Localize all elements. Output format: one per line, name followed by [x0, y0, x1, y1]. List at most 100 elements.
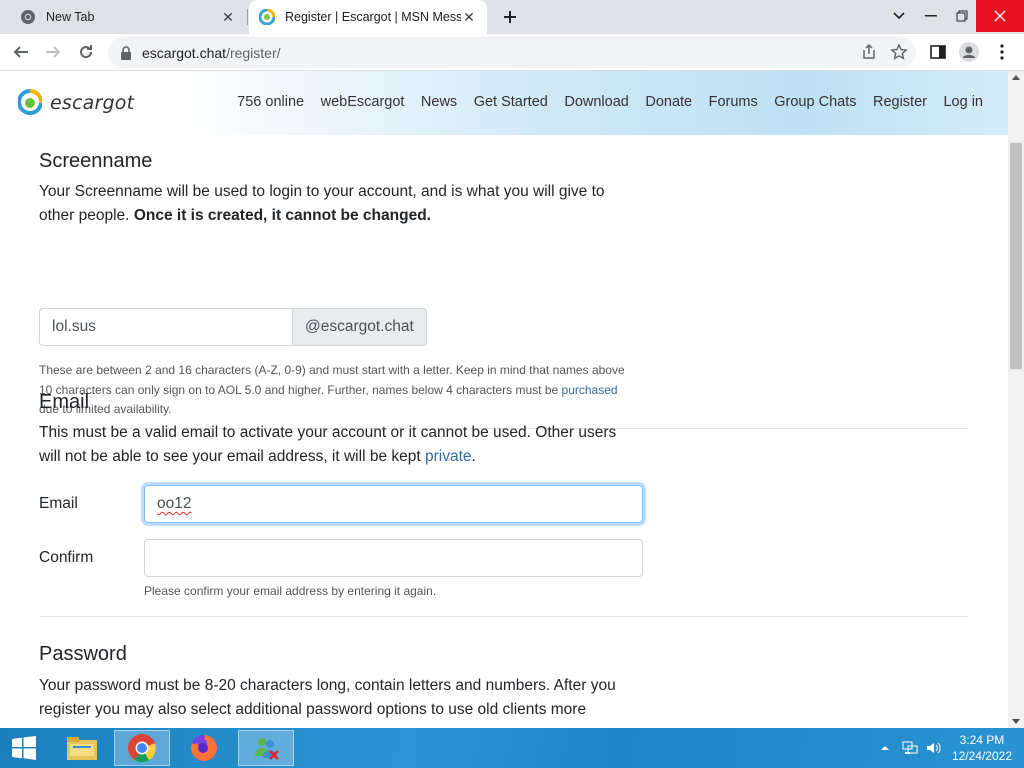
screenname-help: These are between 2 and 16 characters (A…	[39, 361, 639, 420]
scroll-up-icon[interactable]	[1012, 75, 1020, 80]
email-input[interactable]: oo12	[144, 485, 643, 523]
chrome-icon	[21, 10, 35, 24]
clock-date: 12/24/2022	[951, 749, 1012, 763]
nav-register[interactable]: Register	[873, 94, 927, 110]
site-nav: 756 online webEscargot News Get Started …	[221, 94, 983, 110]
browser-toolbar: escargot.chat/register/	[0, 34, 1024, 71]
network-icon[interactable]	[902, 741, 918, 755]
minimize-icon	[925, 15, 937, 17]
scrollbar-thumb[interactable]	[1010, 143, 1022, 369]
email-desc-text: This must be a valid email to activate y…	[39, 424, 617, 465]
email-heading: Email	[39, 391, 90, 413]
menu-button[interactable]	[990, 40, 1014, 64]
volume-icon[interactable]	[926, 741, 942, 755]
folder-icon	[67, 737, 97, 760]
confirm-email-input[interactable]	[144, 539, 643, 577]
screenname-input[interactable]: lol.sus	[39, 308, 293, 346]
nav-online-count: 756 online	[237, 94, 305, 110]
site-logo[interactable]: escargot	[18, 89, 134, 117]
close-icon	[994, 10, 1006, 22]
tab-strip: New Tab ✕ Register | Escargot | MSN Mess…	[0, 0, 1024, 34]
restore-icon	[956, 10, 968, 22]
scroll-down-icon[interactable]	[1012, 719, 1020, 724]
tab-search-button[interactable]	[883, 0, 915, 32]
restore-button[interactable]	[946, 0, 978, 32]
reload-icon	[80, 45, 93, 59]
tab-title: Register | Escargot | MSN Messenger	[285, 10, 461, 24]
screenname-domain-addon: @escargot.chat	[293, 308, 427, 346]
purchased-link[interactable]: purchased	[562, 383, 618, 397]
close-window-button[interactable]	[976, 0, 1024, 32]
tab-title: New Tab	[46, 10, 95, 24]
nav-forums[interactable]: Forums	[709, 94, 758, 110]
escargot-logo-icon	[18, 89, 42, 115]
arrow-right-icon	[46, 46, 61, 58]
page-scrollbar[interactable]	[1008, 71, 1024, 728]
nav-log-in[interactable]: Log in	[943, 94, 983, 110]
taskbar-messenger[interactable]	[238, 730, 294, 766]
bookmark-star-icon[interactable]	[890, 43, 908, 61]
tab-register[interactable]: Register | Escargot | MSN Messenger ✕	[249, 0, 487, 34]
firefox-icon	[191, 735, 217, 761]
kebab-menu-icon	[1000, 44, 1004, 60]
logo-text: escargot	[50, 92, 135, 114]
side-panel-button[interactable]	[926, 40, 950, 64]
nav-group-chats[interactable]: Group Chats	[774, 94, 856, 110]
msn-messenger-icon	[255, 738, 279, 760]
close-tab-icon[interactable]: ✕	[220, 9, 236, 25]
share-icon[interactable]	[860, 43, 878, 61]
address-bar[interactable]: escargot.chat/register/	[108, 37, 916, 68]
nav-donate[interactable]: Donate	[645, 94, 692, 110]
nav-download[interactable]: Download	[564, 94, 629, 110]
section-divider	[39, 616, 969, 617]
tab-new-tab[interactable]: New Tab ✕	[10, 0, 246, 34]
taskbar-file-explorer[interactable]	[54, 730, 110, 766]
page-viewport: escargot 756 online webEscargot News Get…	[0, 71, 1008, 728]
side-panel-icon	[930, 45, 946, 59]
screenname-heading: Screenname	[39, 150, 153, 172]
lock-icon	[121, 45, 131, 60]
chevron-down-icon	[893, 12, 905, 20]
close-tab-icon[interactable]: ✕	[461, 9, 477, 25]
reload-button[interactable]	[74, 40, 98, 64]
password-heading: Password	[39, 643, 127, 665]
password-description: Your password must be 8-20 characters lo…	[39, 677, 616, 718]
profile-button[interactable]	[957, 40, 981, 64]
new-tab-button[interactable]	[498, 5, 522, 29]
escargot-favicon-icon	[259, 9, 275, 25]
windows-taskbar: 3:24 PM 12/24/2022	[0, 728, 1024, 768]
confirm-help: Please confirm your email address by ent…	[144, 584, 437, 598]
email-description: This must be a valid email to activate y…	[39, 421, 639, 469]
email-label: Email	[39, 495, 78, 512]
arrow-left-icon	[13, 46, 28, 58]
start-button[interactable]	[0, 730, 48, 766]
nav-get-started[interactable]: Get Started	[474, 94, 548, 110]
screenname-input-group: lol.sus @escargot.chat	[39, 308, 427, 346]
plus-icon	[504, 11, 516, 23]
confirm-label: Confirm	[39, 549, 94, 566]
show-hidden-icons-icon[interactable]	[880, 744, 890, 752]
private-link[interactable]: private	[425, 448, 472, 465]
taskbar-clock[interactable]: 3:24 PM 12/24/2022	[952, 732, 1012, 764]
email-input-value: oo12	[157, 495, 192, 512]
url-path: /register/	[226, 44, 281, 61]
minimize-button[interactable]	[915, 0, 947, 32]
site-header: escargot 756 online webEscargot News Get…	[0, 71, 1008, 135]
back-button[interactable]	[9, 40, 33, 64]
nav-webescargot[interactable]: webEscargot	[321, 94, 405, 110]
url-text: escargot.chat/register/	[142, 45, 281, 61]
screenname-help-text: These are between 2 and 16 characters (A…	[39, 363, 625, 397]
system-tray: 3:24 PM 12/24/2022	[880, 728, 1024, 768]
tab-divider	[247, 9, 248, 25]
avatar-icon	[959, 42, 979, 62]
screenname-desc-bold: Once it is created, it cannot be changed…	[133, 207, 431, 224]
windows-logo-icon	[12, 736, 36, 760]
taskbar-chrome[interactable]	[114, 730, 170, 766]
clock-time: 3:24 PM	[959, 733, 1005, 747]
taskbar-firefox[interactable]	[176, 730, 232, 766]
nav-news[interactable]: News	[421, 94, 457, 110]
forward-button[interactable]	[41, 40, 65, 64]
omnibox-actions	[860, 43, 908, 61]
email-desc-end: .	[471, 448, 476, 465]
screenname-description: Your Screenname will be used to login to…	[39, 180, 639, 228]
